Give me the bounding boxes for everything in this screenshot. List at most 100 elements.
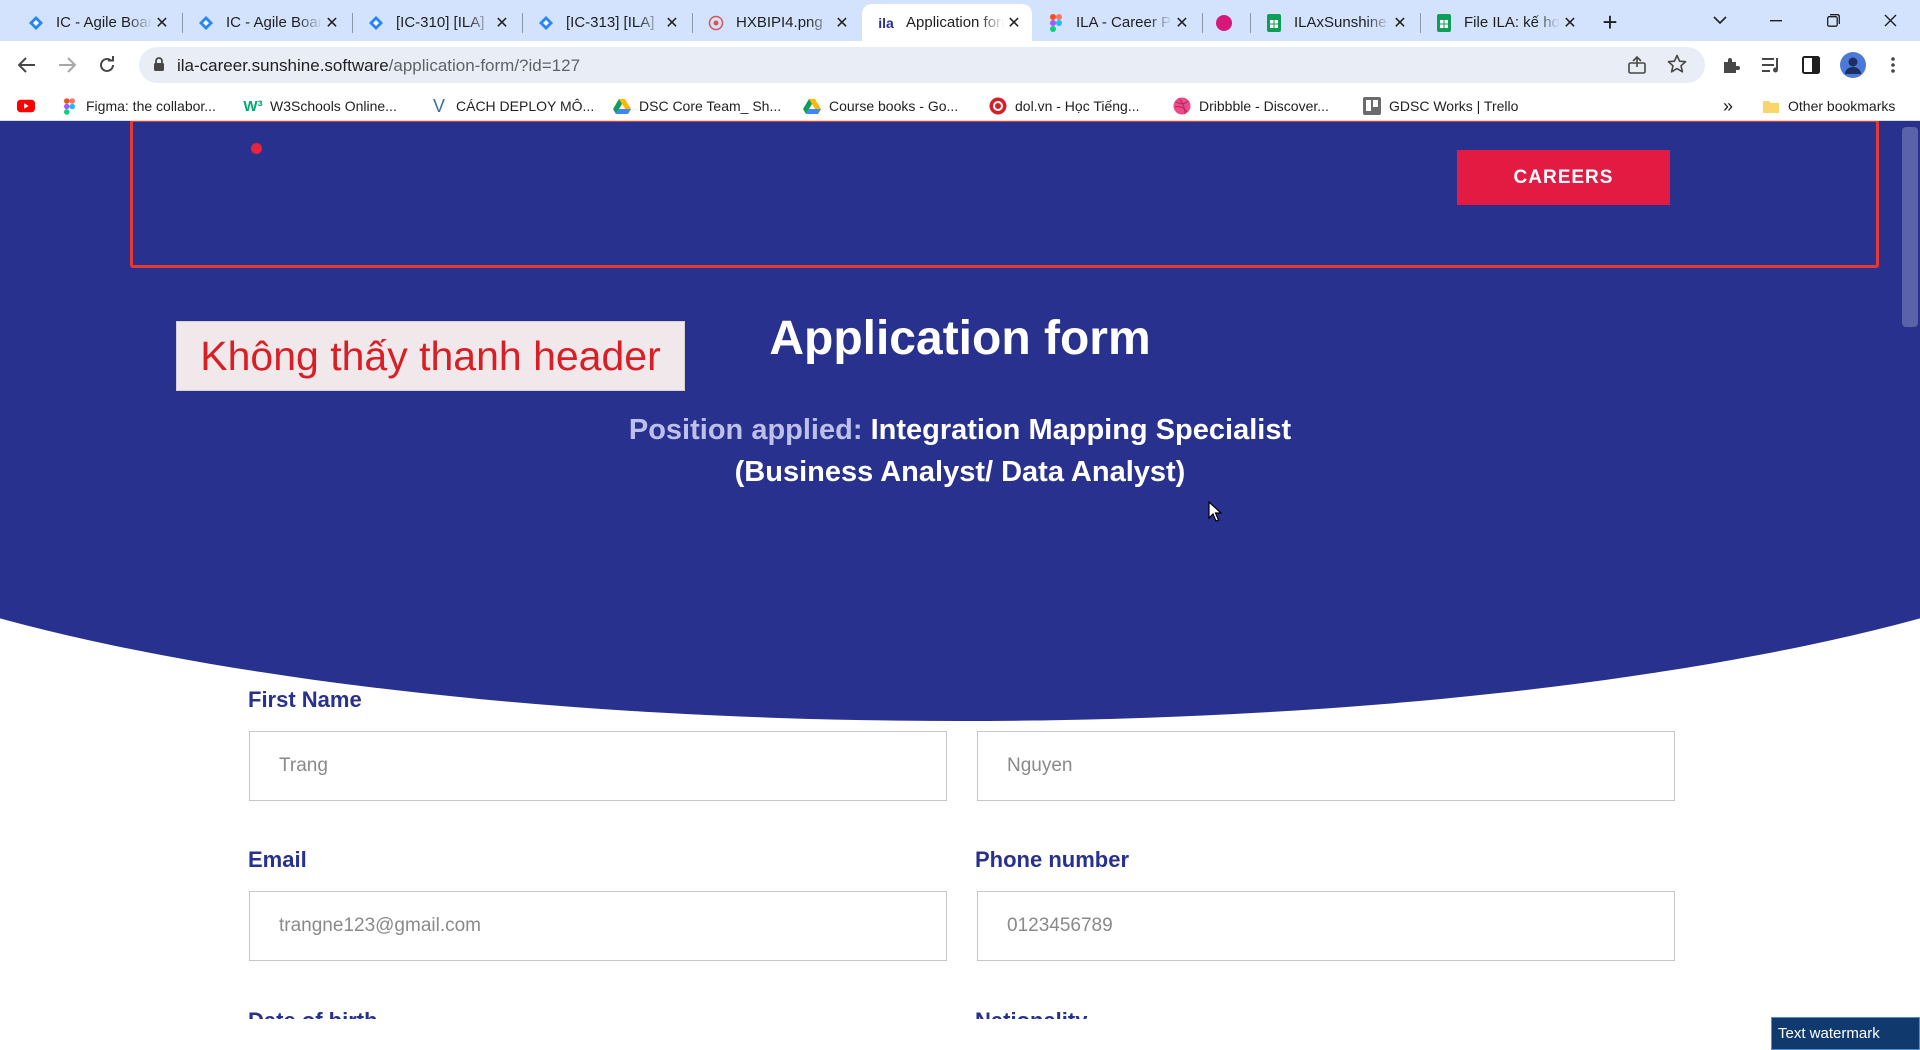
page-title: Application form: [769, 312, 1151, 365]
media-control-icon[interactable]: [1755, 49, 1787, 81]
bookmark-label: Course books - Go...: [829, 98, 959, 114]
url-path: /application-form/?id=127: [388, 56, 581, 75]
browser-tab[interactable]: File ILA: kế hoạch ✕: [1420, 4, 1588, 41]
figma-icon: [60, 97, 78, 115]
bookmark-trello[interactable]: GDSC Works | Trello: [1363, 95, 1518, 117]
sheets-icon: [1434, 13, 1454, 33]
tab-title: Application form: [906, 14, 1004, 31]
browser-tab-pinned[interactable]: [1202, 4, 1248, 41]
tab-title: File ILA: kế hoạch: [1464, 14, 1560, 31]
extensions-icon[interactable]: [1715, 49, 1747, 81]
position-applied: Position applied: Integration Mapping Sp…: [560, 409, 1360, 493]
jira-icon: [366, 13, 386, 33]
tab-title: ILAxSunshine: [1294, 14, 1387, 31]
back-icon[interactable]: [11, 49, 43, 81]
tab-title: [IC-310] [ILA]: [396, 14, 485, 31]
date-of-birth-label: Date of birth: [248, 1008, 378, 1019]
forward-icon[interactable]: [51, 49, 83, 81]
bookmark-label: W3Schools Online...: [270, 98, 397, 114]
w3schools-icon: W³: [243, 97, 263, 115]
page-scrollbar[interactable]: [1902, 127, 1918, 327]
close-tab-icon[interactable]: ✕: [322, 13, 342, 33]
bookmark-label: Other bookmarks: [1788, 98, 1896, 114]
page-viewport: CAREERS Không thấy thanh header Applicat…: [0, 121, 1920, 1050]
bookmark-deploy[interactable]: V CÁCH DEPLOY MÔ...: [430, 95, 594, 117]
pink-dot-icon: [1214, 13, 1234, 33]
side-panel-icon[interactable]: [1795, 49, 1827, 81]
image-icon: [706, 13, 726, 33]
nationality-label: Nationality: [975, 1008, 1087, 1019]
close-tab-icon[interactable]: ✕: [1004, 13, 1024, 33]
bookmark-star-icon[interactable]: [1667, 54, 1687, 79]
close-tab-icon[interactable]: ✕: [662, 13, 682, 33]
minimize-icon[interactable]: [1748, 0, 1804, 41]
browser-tab[interactable]: [IC-313] [ILA] ✕: [522, 4, 690, 41]
tab-title: [IC-313] [ILA]: [566, 14, 655, 31]
bookmark-dribbble[interactable]: Dribbble - Discover...: [1173, 95, 1329, 117]
browser-tab-active[interactable]: ila Application form ✕: [862, 4, 1032, 41]
trello-icon: [1363, 97, 1381, 115]
browser-tab[interactable]: [IC-310] [ILA] ✕: [352, 4, 520, 41]
browser-tab[interactable]: IC - Agile Board ✕: [182, 4, 350, 41]
close-tab-icon[interactable]: ✕: [1172, 13, 1192, 33]
bookmark-dsc[interactable]: DSC Core Team_ Sh...: [613, 95, 781, 117]
restore-icon[interactable]: [1805, 0, 1861, 41]
folder-icon: [1762, 97, 1780, 115]
bookmarks-bar: Figma: the collabor... W³ W3Schools Onli…: [0, 89, 1920, 121]
text-watermark: Text watermark: [1771, 1017, 1920, 1050]
mouse-cursor-icon: [1208, 500, 1223, 528]
reload-icon[interactable]: [91, 49, 123, 81]
bookmark-w3schools[interactable]: W³ W3Schools Online...: [243, 95, 397, 117]
browser-tab[interactable]: ILAxSunshine ✕: [1250, 4, 1418, 41]
avatar[interactable]: [1837, 49, 1869, 81]
close-tab-icon[interactable]: ✕: [492, 13, 512, 33]
jira-icon: [196, 13, 216, 33]
annotation-highlight-box: [130, 121, 1879, 268]
bookmark-label: Dribbble - Discover...: [1199, 98, 1329, 114]
tab-search-icon[interactable]: [1692, 0, 1748, 41]
dol-icon: [989, 97, 1007, 115]
email-input[interactable]: [249, 891, 947, 961]
new-tab-icon[interactable]: +: [1596, 7, 1624, 37]
share-icon[interactable]: [1627, 55, 1647, 80]
bookmark-label: DSC Core Team_ Sh...: [639, 98, 782, 114]
bookmark-course-books[interactable]: Course books - Go...: [803, 95, 958, 117]
url-host: ila-career.sunshine.software: [177, 56, 389, 75]
bookmark-figma[interactable]: Figma: the collabor...: [60, 95, 216, 117]
youtube-icon: [17, 97, 35, 115]
browser-toolbar: ila-career.sunshine.software/application…: [0, 41, 1920, 89]
v-icon: V: [432, 95, 445, 116]
jira-icon: [26, 13, 46, 33]
lock-icon[interactable]: [153, 57, 165, 77]
first-name-label: First Name: [248, 687, 362, 712]
tab-title: ILA - Career Page: [1076, 14, 1172, 31]
bookmark-youtube[interactable]: [17, 95, 43, 117]
address-bar[interactable]: ila-career.sunshine.software/application…: [139, 47, 1705, 83]
other-bookmarks[interactable]: Other bookmarks: [1762, 95, 1895, 117]
browser-tab[interactable]: ILA - Career Page ✕: [1032, 4, 1200, 41]
close-tab-icon[interactable]: ✕: [1390, 13, 1410, 33]
first-name-input[interactable]: [249, 731, 947, 801]
phone-input[interactable]: [977, 891, 1675, 961]
drive-icon: [803, 97, 821, 115]
drive-icon: [613, 97, 631, 115]
bookmark-label: dol.vn - Học Tiếng...: [1015, 98, 1140, 114]
bookmark-dol[interactable]: dol.vn - Học Tiếng...: [989, 95, 1140, 117]
close-tab-icon[interactable]: ✕: [152, 13, 172, 33]
bookmark-label: GDSC Works | Trello: [1389, 98, 1519, 114]
bookmark-label: Figma: the collabor...: [86, 98, 216, 114]
last-name-label: Last name: [975, 687, 1084, 712]
partial-row-clip: Date of birth Nationality: [0, 1005, 1900, 1019]
browser-tab[interactable]: IC - Agile Board ✕: [12, 4, 180, 41]
email-label: Email: [248, 847, 307, 872]
menu-kebab-icon[interactable]: [1877, 49, 1909, 81]
tab-title: HXBIPI4.png: [736, 14, 823, 31]
tab-title: IC - Agile Board: [226, 14, 322, 31]
close-tab-icon[interactable]: ✕: [1560, 13, 1580, 33]
close-tab-icon[interactable]: ✕: [832, 13, 852, 33]
close-window-icon[interactable]: [1862, 0, 1918, 41]
figma-icon: [1046, 13, 1066, 33]
bookmarks-overflow-icon[interactable]: »: [1723, 95, 1733, 117]
browser-tab[interactable]: HXBIPI4.png ✕: [692, 4, 860, 41]
last-name-input[interactable]: [977, 731, 1675, 801]
